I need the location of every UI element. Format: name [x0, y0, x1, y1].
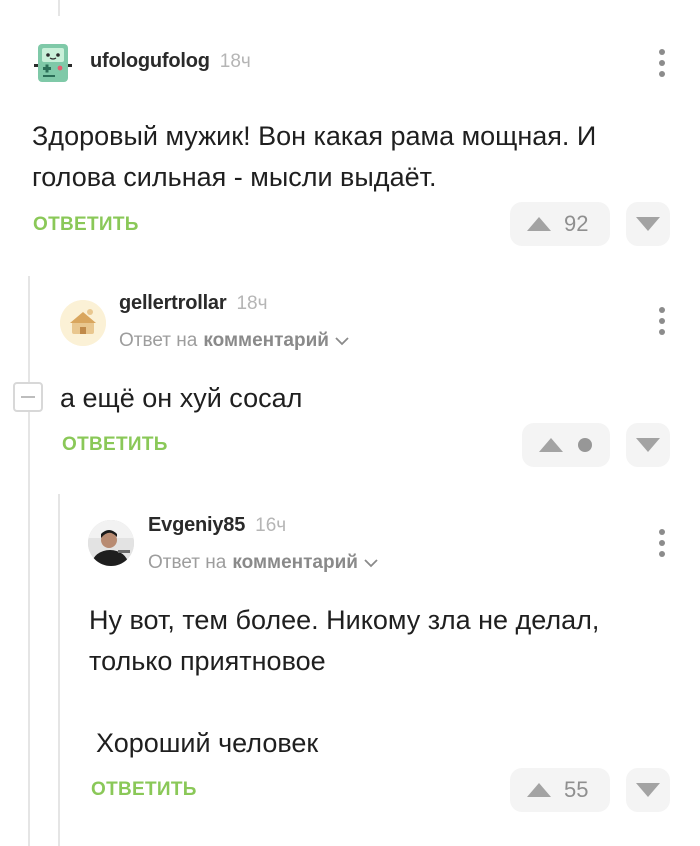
reply-to-prefix: Ответ на [119, 330, 198, 351]
kebab-menu-icon[interactable] [652, 46, 672, 80]
text-line: Здоровый мужик! Вон какая рама мощная. И [32, 121, 597, 151]
rating-count: 92 [564, 211, 589, 236]
rating-count: 55 [564, 777, 589, 802]
thread-line-level-1 [28, 276, 30, 846]
comment-time: 18ч [236, 293, 268, 314]
triangle-down-icon [636, 783, 660, 797]
text-line: Ну вот, тем более. Никому зла не делал, [89, 605, 600, 635]
comment-text: а ещё он хуй сосал [60, 378, 660, 419]
downvote-button[interactable] [626, 202, 670, 246]
reply-to-info: Ответ на комментарий [119, 330, 349, 352]
text-line: а ещё он хуй сосал [60, 383, 303, 413]
reply-to-prefix: Ответ на [148, 552, 227, 573]
reply-button[interactable]: ОТВЕТИТЬ [33, 214, 139, 236]
text-line: Хороший человек [96, 728, 319, 758]
comment-text: Здоровый мужик! Вон какая рама мощная. И… [32, 116, 672, 198]
reply-button[interactable]: ОТВЕТИТЬ [91, 779, 197, 801]
triangle-down-icon [636, 438, 660, 452]
upvote-button[interactable]: 55 [510, 768, 610, 812]
avatar[interactable] [60, 300, 106, 346]
reply-to-link[interactable]: комментарий [232, 552, 358, 574]
upvote-button[interactable] [522, 423, 610, 467]
kebab-menu-icon[interactable] [652, 304, 672, 338]
minus-icon [21, 396, 35, 398]
thread-line-top [58, 0, 60, 16]
username[interactable]: Evgeniy85 [148, 514, 245, 537]
triangle-up-icon [539, 438, 563, 452]
comment-time: 18ч [219, 51, 251, 72]
kebab-menu-icon[interactable] [652, 526, 672, 560]
upvote-button[interactable]: 92 [510, 202, 610, 246]
reply-button[interactable]: ОТВЕТИТЬ [62, 434, 168, 456]
reply-to-info: Ответ на комментарий [148, 552, 378, 574]
reply-to-link[interactable]: комментарий [203, 330, 329, 352]
collapse-thread-button[interactable] [13, 382, 43, 412]
text-line: голова сильная - мысли выдаёт. [32, 162, 437, 192]
triangle-up-icon [527, 783, 551, 797]
comment-text: Ну вот, тем более. Никому зла не делал, … [89, 600, 669, 764]
avatar[interactable] [32, 42, 74, 84]
text-line: только приятновое [89, 646, 326, 676]
downvote-button[interactable] [626, 423, 670, 467]
rating-hidden-dot [578, 438, 592, 452]
username[interactable]: gellertrollar [119, 292, 227, 315]
chevron-down-icon[interactable] [335, 336, 349, 346]
avatar[interactable] [88, 520, 134, 566]
triangle-up-icon [527, 217, 551, 231]
thread-line-level-2 [58, 494, 60, 846]
triangle-down-icon [636, 217, 660, 231]
username[interactable]: ufologufolog [90, 50, 210, 73]
downvote-button[interactable] [626, 768, 670, 812]
comment-time: 16ч [255, 515, 287, 536]
chevron-down-icon[interactable] [364, 558, 378, 568]
